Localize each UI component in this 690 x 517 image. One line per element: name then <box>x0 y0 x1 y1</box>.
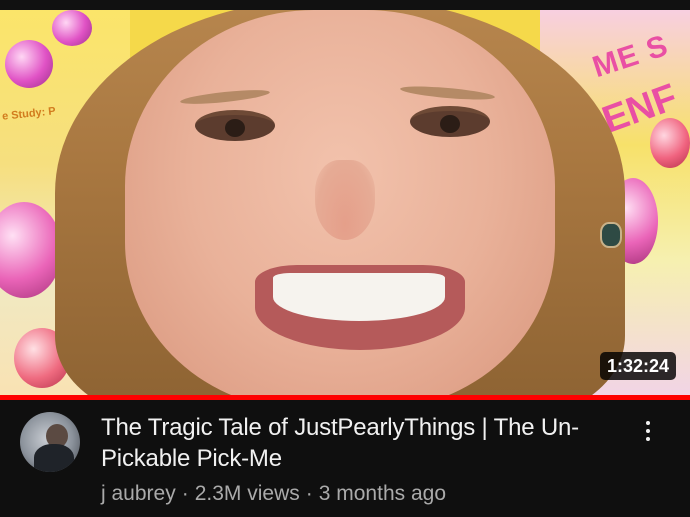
channel-avatar[interactable] <box>20 412 80 472</box>
more-vert-icon[interactable] <box>634 414 662 448</box>
portrait-teeth <box>273 273 445 321</box>
video-card[interactable]: e Study: P ME S ENF 1:32:24 The Tragic T… <box>0 0 690 517</box>
portrait-brow <box>179 87 271 107</box>
video-thumbnail[interactable]: e Study: P ME S ENF 1:32:24 <box>0 10 690 396</box>
video-title[interactable]: The Tragic Tale of JustPearlyThings | Th… <box>101 412 606 474</box>
portrait-eye <box>410 106 490 137</box>
portrait-earring <box>600 222 622 248</box>
menu-dot <box>646 429 650 433</box>
video-metadata: j aubrey · 2.3M views · 3 months ago <box>101 481 446 507</box>
meta-separator: · <box>305 482 313 505</box>
view-count: 2.3M views <box>194 482 300 505</box>
duration-badge: 1:32:24 <box>599 352 676 380</box>
portrait-iris <box>440 115 461 133</box>
upload-age: 3 months ago <box>318 482 447 505</box>
menu-dot <box>646 421 650 425</box>
top-strip <box>0 0 690 10</box>
avatar-body <box>34 444 74 472</box>
portrait-face <box>125 10 555 396</box>
pearl-decoration <box>5 40 53 88</box>
portrait-brow <box>399 83 496 103</box>
portrait-iris <box>225 119 246 137</box>
portrait-eye <box>195 110 275 141</box>
meta-separator: · <box>181 482 189 505</box>
video-details: The Tragic Tale of JustPearlyThings | Th… <box>0 400 690 517</box>
portrait-nose <box>315 160 375 240</box>
thumbnail-portrait <box>55 10 625 396</box>
menu-dot <box>646 437 650 441</box>
channel-name[interactable]: j aubrey <box>101 482 176 505</box>
portrait-mouth <box>255 265 465 350</box>
